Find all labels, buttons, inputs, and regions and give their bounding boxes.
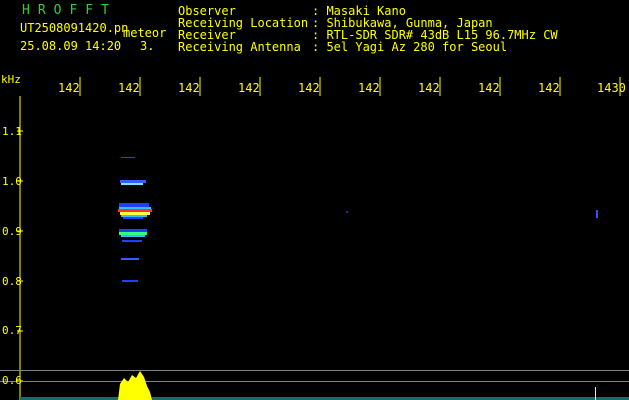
x-tick-label: 142 — [298, 81, 320, 95]
date-time: 25.08.09 14:20 — [20, 39, 122, 53]
meteor-echo — [118, 157, 152, 282]
file-name: UT2508091420.pn — [20, 21, 129, 35]
x-tick-label: 1430 — [597, 81, 626, 95]
y-tick-label: 0.8 — [2, 275, 22, 288]
y-tick-label: 0.6 — [2, 374, 22, 387]
x-tick-label: 142 — [178, 81, 200, 95]
y-tick-label: 0.7 — [2, 324, 22, 337]
y-tick-label: 0.9 — [2, 225, 22, 238]
x-tick-label: 142 — [478, 81, 500, 95]
spectrogram-canvas — [0, 77, 629, 400]
x-tick-label: 142 — [418, 81, 440, 95]
x-tick-label: 142 — [358, 81, 380, 95]
app-title: HROFFT — [22, 3, 117, 18]
frame-index: 3. — [140, 39, 155, 53]
info-value-antenna: : 5el Yagi Az 280 for Seoul — [312, 40, 508, 54]
x-tick-label: 142 — [58, 81, 80, 95]
x-tick-label: 142 — [238, 81, 260, 95]
spectrum-profile — [20, 371, 629, 400]
y-tick-label: 1.0 — [2, 175, 22, 188]
x-tick-label: 142 — [538, 81, 560, 95]
x-tick-label: 142 — [118, 81, 140, 95]
y-tick-label: 1.1 — [2, 125, 22, 138]
y-axis-unit: kHz — [1, 73, 21, 86]
info-label-antenna: Receiving Antenna — [178, 40, 301, 54]
mode-label: meteor — [123, 26, 167, 40]
faint-signals — [346, 210, 598, 218]
